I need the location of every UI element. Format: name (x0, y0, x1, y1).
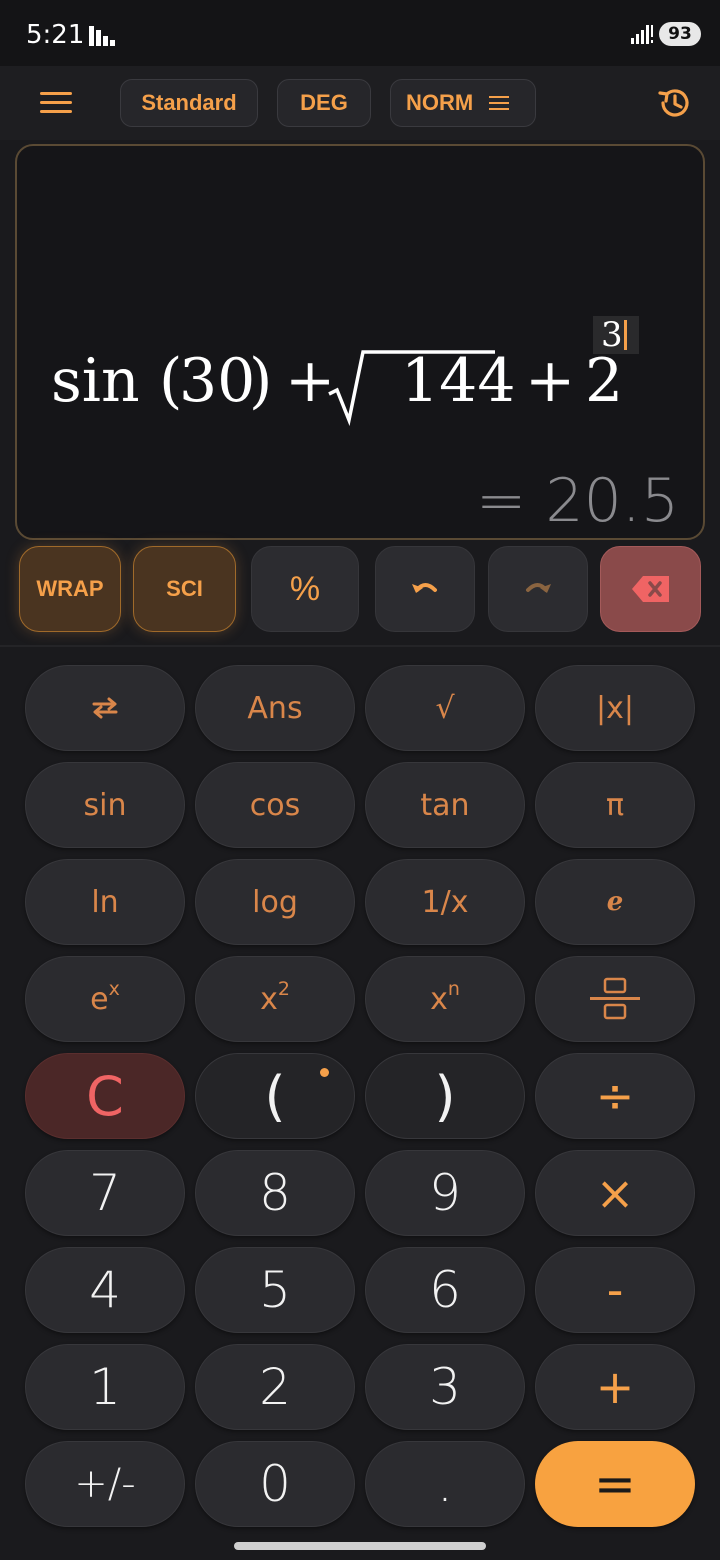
redo-icon (526, 583, 551, 593)
wrap-toggle[interactable]: WRAP (19, 546, 121, 632)
angle-unit-button[interactable]: DEG (277, 79, 371, 127)
sqrt-radical-icon (328, 350, 495, 426)
minus-button[interactable]: - (535, 1247, 695, 1333)
digit-6-button[interactable]: 6 (365, 1247, 525, 1333)
battery-indicator: 93 (659, 22, 701, 46)
exponent-value: 3 (601, 315, 623, 355)
power-superscript: n (447, 978, 460, 1000)
toolbar: Standard DEG NORM (0, 66, 720, 140)
sin-button[interactable]: sin (25, 762, 185, 848)
ln-button[interactable]: ln (25, 859, 185, 945)
percent-button[interactable]: % (251, 546, 359, 632)
abs-button[interactable]: |x| (535, 665, 695, 751)
undo-button[interactable] (375, 546, 475, 632)
expr-sin: sin (51, 346, 140, 416)
backspace-icon (631, 576, 669, 602)
exp-button[interactable]: ex (25, 956, 185, 1042)
digit-5-button[interactable]: 5 (195, 1247, 355, 1333)
sci-toggle[interactable]: SCI (133, 546, 236, 632)
log-button[interactable]: log (195, 859, 355, 945)
expr-base: 2 (585, 346, 624, 416)
backspace-button[interactable] (600, 546, 701, 632)
open-paren-button[interactable]: ( (195, 1053, 355, 1139)
sqrt-button[interactable]: √ (365, 665, 525, 751)
mode-button[interactable]: Standard (120, 79, 258, 127)
digit-1-button[interactable]: 1 (25, 1344, 185, 1430)
decimal-button[interactable]: . (365, 1441, 525, 1527)
multiply-button[interactable]: × (535, 1150, 695, 1236)
signal-icon (631, 25, 653, 44)
fraction-icon (590, 977, 640, 1020)
square-superscript: 2 (277, 978, 290, 1000)
divider (0, 645, 720, 647)
euler-button[interactable]: e (535, 859, 695, 945)
swap-functions-button[interactable] (25, 665, 185, 751)
status-time: 5:21 (26, 20, 85, 50)
open-paren-indicator (320, 1068, 329, 1077)
open-paren-label: ( (264, 1064, 286, 1128)
digit-2-button[interactable]: 2 (195, 1344, 355, 1430)
cos-button[interactable]: cos (195, 762, 355, 848)
clear-button[interactable]: C (25, 1053, 185, 1139)
digit-3-button[interactable]: 3 (365, 1344, 525, 1430)
menu-icon[interactable] (38, 90, 74, 116)
power-button[interactable]: xn (365, 956, 525, 1042)
reciprocal-button[interactable]: 1/x (365, 859, 525, 945)
history-icon[interactable] (656, 85, 692, 121)
lines-icon (489, 96, 509, 110)
digit-0-button[interactable]: 0 (195, 1441, 355, 1527)
digit-9-button[interactable]: 9 (365, 1150, 525, 1236)
exp-superscript: x (108, 978, 120, 1000)
plus-button[interactable]: + (535, 1344, 695, 1430)
home-indicator[interactable] (234, 1542, 486, 1550)
exp-base: e (90, 981, 109, 1017)
digit-8-button[interactable]: 8 (195, 1150, 355, 1236)
digit-7-button[interactable]: 7 (25, 1150, 185, 1236)
text-cursor (624, 320, 627, 350)
power-base: x (430, 981, 448, 1017)
expression-display[interactable]: sin ( 30 ) + 144 + 2 3 = 20.5 (15, 144, 705, 540)
fraction-button[interactable] (535, 956, 695, 1042)
number-format-label: NORM (406, 90, 474, 115)
square-button[interactable]: x2 (195, 956, 355, 1042)
number-format-button[interactable]: NORM (390, 79, 536, 127)
expr-close-paren: ) (249, 346, 273, 416)
swap-arrows-icon (92, 697, 118, 719)
digit-4-button[interactable]: 4 (25, 1247, 185, 1333)
tan-button[interactable]: tan (365, 762, 525, 848)
equals-button[interactable]: = (535, 1441, 695, 1527)
undo-icon (412, 583, 437, 593)
expr-arg-30: 30 (179, 346, 256, 416)
result-preview: = 20.5 (476, 466, 679, 536)
carrier-icon (89, 26, 115, 46)
expr-plus: + (525, 346, 576, 416)
square-base: x (260, 981, 278, 1017)
ans-button[interactable]: Ans (195, 665, 355, 751)
pi-button[interactable]: π (535, 762, 695, 848)
close-paren-button[interactable]: ) (365, 1053, 525, 1139)
status-bar: 5:21 93 (0, 0, 720, 66)
exponent-input[interactable]: 3 (593, 316, 639, 354)
redo-button[interactable] (488, 546, 588, 632)
divide-button[interactable]: ÷ (535, 1053, 695, 1139)
negate-button[interactable]: +/- (25, 1441, 185, 1527)
